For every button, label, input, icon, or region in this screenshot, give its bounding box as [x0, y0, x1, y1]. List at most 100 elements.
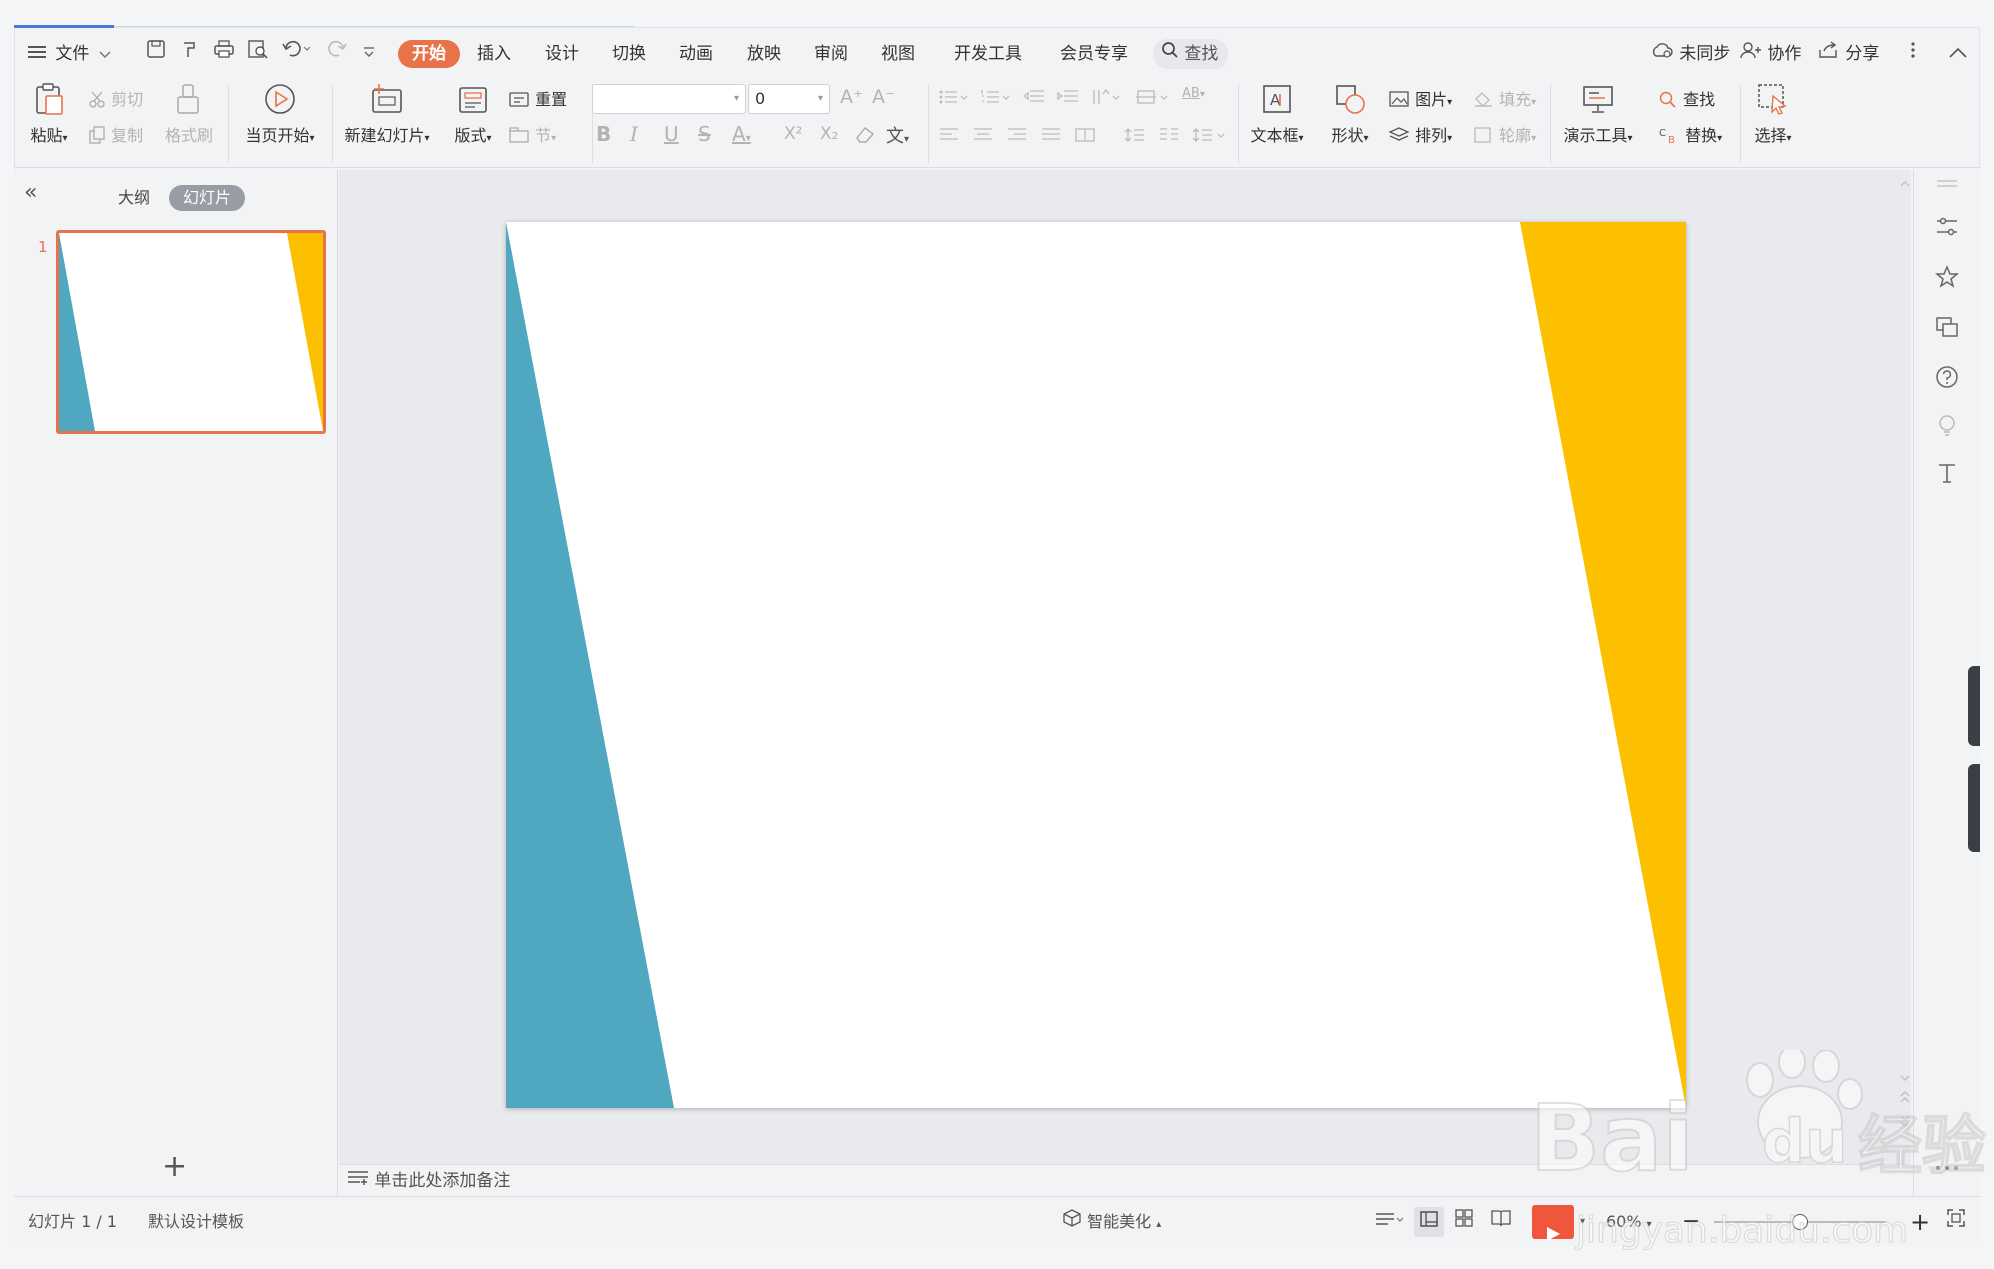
tips-button[interactable]: [1934, 412, 1960, 438]
phonetic-guide-button[interactable]: 文▾: [886, 122, 909, 148]
text-box-button[interactable]: A 文本框▾: [1244, 82, 1310, 146]
help-button[interactable]: [1934, 364, 1960, 390]
smart-beautify-button[interactable]: 智能美化 ▴: [1062, 1197, 1161, 1247]
find-button[interactable]: 查找: [1658, 86, 1715, 112]
customize-toolbar-button[interactable]: [362, 36, 376, 72]
zoom-slider[interactable]: [1714, 1197, 1886, 1247]
cut-button[interactable]: 剪切: [88, 86, 143, 112]
properties-button[interactable]: [1934, 214, 1960, 240]
tab-transitions[interactable]: 切换: [612, 36, 646, 72]
italic-button[interactable]: I: [630, 122, 638, 146]
slide-sorter-button[interactable]: [1454, 1197, 1474, 1247]
notes-toggle-button[interactable]: [1374, 1197, 1404, 1247]
align-text-button[interactable]: [1134, 88, 1168, 110]
slide-teal-shape[interactable]: [506, 222, 674, 1108]
bullet-list-button[interactable]: [938, 88, 968, 110]
slideshow-options-dropdown[interactable]: ▾: [1580, 1197, 1585, 1247]
text-direction-button[interactable]: AB▾: [1182, 86, 1205, 101]
side-tool-tab[interactable]: [1968, 764, 1980, 852]
more-menu-button[interactable]: [1910, 36, 1916, 72]
presentation-tools-button[interactable]: 演示工具▾: [1556, 82, 1640, 146]
underline-button[interactable]: U: [664, 122, 679, 146]
align-center-button[interactable]: [972, 126, 994, 147]
slide-transition-button[interactable]: [1934, 314, 1960, 340]
align-left-button[interactable]: [938, 126, 960, 147]
superscript-button[interactable]: X²: [784, 124, 802, 144]
file-menu[interactable]: 文件: [28, 36, 111, 72]
slide-yellow-shape[interactable]: [1520, 222, 1686, 1108]
clear-format-button[interactable]: [854, 124, 876, 148]
add-slide-button[interactable]: +: [162, 1152, 187, 1182]
replace-button[interactable]: CB 替换▾: [1658, 122, 1722, 148]
slide-thumbnail[interactable]: [56, 230, 326, 434]
slides-tab[interactable]: 幻灯片: [169, 185, 246, 211]
font-name-dropdown[interactable]: ▾: [592, 84, 746, 114]
redo-button[interactable]: [326, 36, 348, 72]
print-button[interactable]: [213, 36, 235, 72]
animation-pane-button[interactable]: [1934, 264, 1960, 290]
tab-animations[interactable]: 动画: [679, 36, 713, 72]
columns-button[interactable]: [1158, 126, 1180, 147]
line-spacing-button[interactable]: [1090, 88, 1120, 110]
collapse-panel-button[interactable]: «: [24, 180, 37, 205]
reset-button[interactable]: 重置: [508, 86, 567, 112]
paragraph-spacing-button[interactable]: [1124, 126, 1146, 147]
design-template-label[interactable]: 默认设计模板: [148, 1197, 244, 1247]
format-painter-button[interactable]: 格式刷: [160, 82, 218, 146]
search-box[interactable]: 查找: [1153, 39, 1229, 69]
collapse-ribbon-button[interactable]: [1948, 36, 1968, 72]
font-size-dropdown[interactable]: 0 ▾: [748, 84, 830, 114]
decrease-indent-button[interactable]: [1022, 88, 1046, 110]
fit-to-window-button[interactable]: [1946, 1197, 1966, 1247]
decrease-font-button[interactable]: A⁻: [872, 86, 895, 108]
zoom-in-button[interactable]: +: [1910, 1197, 1930, 1247]
line-spacing-list-button[interactable]: [1192, 126, 1226, 147]
shape-button[interactable]: 形状▾: [1326, 82, 1374, 146]
share-button[interactable]: 分享: [1818, 36, 1879, 72]
format-painter-quick-button[interactable]: [180, 36, 200, 72]
zoom-out-button[interactable]: −: [1682, 1197, 1700, 1247]
paste-button[interactable]: 粘贴▾: [26, 82, 72, 146]
outline-tab[interactable]: 大纲: [104, 185, 164, 211]
distribute-button[interactable]: [1074, 126, 1096, 147]
undo-button[interactable]: [281, 36, 311, 72]
start-slideshow-button[interactable]: [1532, 1205, 1574, 1241]
text-pane-button[interactable]: [1934, 460, 1960, 486]
font-color-button[interactable]: A▾: [732, 122, 751, 146]
new-slide-button[interactable]: 新建幻灯片▾: [340, 82, 434, 146]
copy-button[interactable]: 复制: [88, 122, 143, 148]
zoom-level-dropdown[interactable]: 60% ▾: [1606, 1197, 1652, 1247]
play-from-current-button[interactable]: 当页开始▾: [236, 82, 324, 146]
slide-canvas[interactable]: [506, 222, 1686, 1108]
reading-view-button[interactable]: [1490, 1197, 1512, 1247]
more-options-button[interactable]: [1934, 1158, 1960, 1184]
collaborate-button[interactable]: 协作: [1740, 36, 1801, 72]
tab-home[interactable]: 开始: [398, 40, 460, 68]
tab-review[interactable]: 审阅: [814, 36, 848, 72]
layout-button[interactable]: 版式▾: [450, 82, 496, 146]
tab-view[interactable]: 视图: [881, 36, 915, 72]
picture-button[interactable]: 图片▾: [1388, 86, 1452, 112]
select-button[interactable]: 选择▾: [1748, 82, 1798, 146]
tab-insert[interactable]: 插入: [477, 36, 511, 72]
tab-slideshow[interactable]: 放映: [747, 36, 781, 72]
justify-button[interactable]: [1040, 126, 1062, 147]
strikethrough-button[interactable]: S: [698, 122, 711, 146]
tab-developer[interactable]: 开发工具: [954, 36, 1022, 72]
tab-member[interactable]: 会员专享: [1060, 36, 1128, 72]
increase-indent-button[interactable]: [1056, 88, 1080, 110]
fill-button[interactable]: 填充▾: [1472, 86, 1536, 112]
arrange-button[interactable]: 排列▾: [1388, 122, 1452, 148]
subscript-button[interactable]: X₂: [820, 124, 838, 144]
sync-status-button[interactable]: 未同步: [1650, 36, 1730, 72]
vertical-scrollbar[interactable]: [1897, 170, 1913, 1164]
zoom-slider-knob[interactable]: [1792, 1214, 1808, 1230]
increase-font-button[interactable]: A⁺: [840, 86, 863, 108]
print-preview-button[interactable]: [247, 36, 269, 72]
numbered-list-button[interactable]: [980, 88, 1010, 110]
outline-button[interactable]: 轮廓▾: [1472, 122, 1536, 148]
normal-view-button[interactable]: [1414, 1207, 1444, 1237]
tab-design[interactable]: 设计: [545, 36, 579, 72]
side-tool-tab[interactable]: [1968, 666, 1980, 746]
bold-button[interactable]: B: [596, 122, 611, 146]
